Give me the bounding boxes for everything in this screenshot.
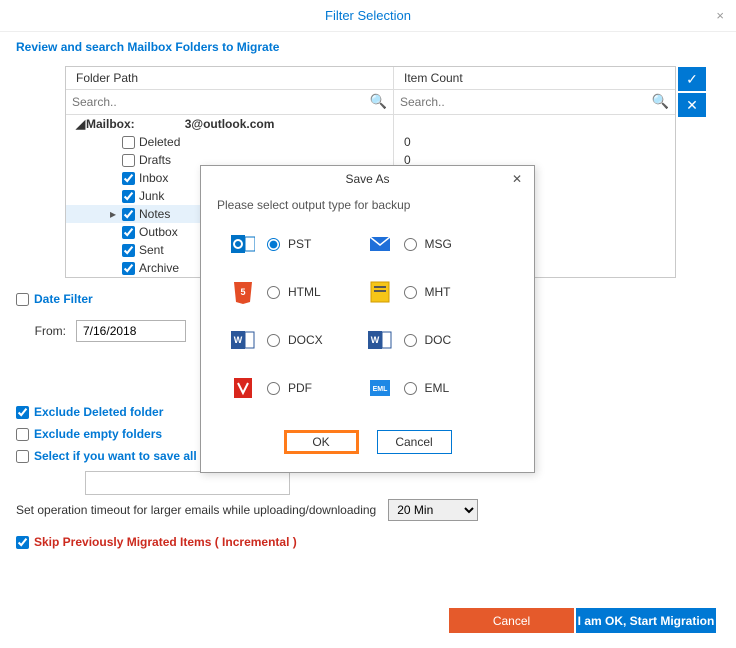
header-count: Item Count (394, 67, 675, 89)
check-all-button[interactable]: ✓ (678, 67, 706, 91)
html5-icon: 5 (231, 280, 255, 304)
msg-radio[interactable] (404, 238, 417, 251)
svg-text:W: W (234, 335, 243, 345)
row-checkbox[interactable] (122, 190, 135, 203)
archive-path-input[interactable] (85, 471, 290, 495)
row-checkbox[interactable] (122, 136, 135, 149)
timeout-row: Set operation timeout for larger emails … (0, 495, 736, 525)
word-icon: W (368, 328, 392, 352)
modal-subtitle: Please select output type for backup (201, 192, 534, 222)
mht-icon (368, 280, 392, 304)
docx-label: DOCX (288, 333, 323, 347)
html-radio[interactable] (267, 286, 280, 299)
format-docx[interactable]: W DOCX (231, 328, 368, 352)
doc-radio[interactable] (404, 334, 417, 347)
save-all-label: Select if you want to save all dat (34, 449, 218, 463)
row-checkbox[interactable] (122, 226, 135, 239)
svg-text:EML: EML (372, 386, 388, 393)
close-icon[interactable]: × (716, 8, 724, 23)
svg-text:5: 5 (240, 287, 245, 297)
folder-name: Sent (139, 243, 164, 257)
start-migration-button[interactable]: I am OK, Start Migration (576, 608, 716, 633)
mht-label: MHT (425, 285, 451, 299)
folder-name: Drafts (139, 153, 171, 167)
format-html[interactable]: 5 HTML (231, 280, 368, 304)
format-msg[interactable]: MSG (368, 232, 505, 256)
row-checkbox[interactable] (122, 244, 135, 257)
docx-radio[interactable] (267, 334, 280, 347)
row-checkbox[interactable] (122, 208, 135, 221)
outlook-icon (231, 232, 255, 256)
from-label: From: (16, 324, 76, 338)
folder-name: Junk (139, 189, 164, 203)
row-checkbox[interactable] (122, 262, 135, 275)
folder-name: Inbox (139, 171, 168, 185)
uncheck-all-button[interactable]: ✕ (678, 93, 706, 117)
html-label: HTML (288, 285, 321, 299)
mailbox-root[interactable]: ◢ Mailbox: 3@outlook.com (66, 115, 675, 133)
envelope-icon (368, 232, 392, 256)
tree-action-buttons: ✓ ✕ (678, 67, 706, 119)
section-header: Review and search Mailbox Folders to Mig… (0, 32, 736, 62)
search-count-input[interactable] (394, 90, 675, 114)
save-all-checkbox[interactable] (16, 450, 29, 463)
pdf-label: PDF (288, 381, 312, 395)
pst-label: PST (288, 237, 311, 251)
eml-radio[interactable] (404, 382, 417, 395)
pst-radio[interactable] (267, 238, 280, 251)
pdf-icon (231, 376, 255, 400)
search-folder-input[interactable] (66, 90, 393, 114)
timeout-select[interactable]: 20 Min (388, 499, 478, 521)
svg-text:W: W (370, 335, 379, 345)
skip-checkbox[interactable] (16, 536, 29, 549)
footer-buttons: Cancel I am OK, Start Migration (449, 608, 716, 633)
window-title: Filter Selection (325, 8, 411, 23)
msg-label: MSG (425, 237, 452, 251)
format-pst[interactable]: PST (231, 232, 368, 256)
format-mht[interactable]: MHT (368, 280, 505, 304)
format-eml[interactable]: EML EML (368, 376, 505, 400)
title-bar: Filter Selection × (0, 0, 736, 32)
modal-close-icon[interactable]: ✕ (512, 172, 522, 186)
format-grid: PST MSG 5 HTML MHT W (201, 222, 534, 420)
ok-button[interactable]: OK (284, 430, 359, 454)
doc-label: DOC (425, 333, 452, 347)
from-date-input[interactable] (76, 320, 186, 342)
cancel-button[interactable]: Cancel (377, 430, 452, 454)
header-folder: Folder Path (66, 67, 394, 89)
date-filter-label: Date Filter (34, 292, 93, 306)
skip-row: Skip Previously Migrated Items ( Increme… (0, 531, 736, 553)
date-filter-checkbox[interactable] (16, 293, 29, 306)
folder-name: Archive (139, 261, 179, 275)
modal-title-bar: Save As ✕ (201, 166, 534, 192)
exclude-empty-label: Exclude empty folders (34, 427, 162, 441)
cancel-button[interactable]: Cancel (449, 608, 574, 633)
skip-label: Skip Previously Migrated Items ( Increme… (34, 535, 297, 549)
pdf-radio[interactable] (267, 382, 280, 395)
word-icon: W (231, 328, 255, 352)
item-count: 0 (394, 135, 675, 149)
format-doc[interactable]: W DOC (368, 328, 505, 352)
modal-title: Save As (345, 172, 389, 186)
save-as-modal: Save As ✕ Please select output type for … (200, 165, 535, 473)
folder-name: Outbox (139, 225, 178, 239)
timeout-label: Set operation timeout for larger emails … (16, 503, 376, 517)
folder-name: Deleted (139, 135, 180, 149)
exclude-deleted-checkbox[interactable] (16, 406, 29, 419)
eml-label: EML (425, 381, 450, 395)
eml-icon: EML (368, 376, 392, 400)
row-checkbox[interactable] (122, 172, 135, 185)
modal-buttons: OK Cancel (201, 420, 534, 472)
table-row[interactable]: Deleted 0 (66, 133, 675, 151)
exclude-empty-checkbox[interactable] (16, 428, 29, 441)
format-pdf[interactable]: PDF (231, 376, 368, 400)
exclude-deleted-label: Exclude Deleted folder (34, 405, 163, 419)
mht-radio[interactable] (404, 286, 417, 299)
folder-name: Notes (139, 207, 170, 221)
row-checkbox[interactable] (122, 154, 135, 167)
